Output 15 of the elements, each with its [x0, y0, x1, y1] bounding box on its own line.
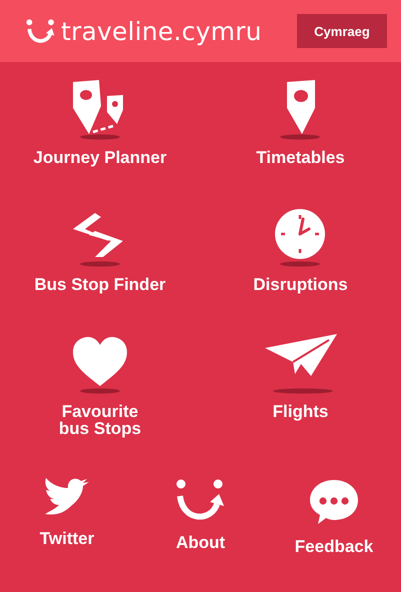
menu-button[interactable]: Bus Stop Finder [34, 207, 166, 293]
menu-button[interactable]: About [174, 478, 226, 551]
smile-logo-icon [174, 478, 226, 522]
language-button[interactable]: Cymraeg [297, 14, 387, 48]
menu-button[interactable]: Flights [262, 334, 338, 420]
menu-button[interactable]: Journey Planner [33, 80, 167, 166]
menu-button[interactable]: Timetables [256, 80, 345, 166]
paper-plane-icon [262, 334, 338, 394]
chat-bubble-icon [308, 478, 360, 526]
menu-button[interactable]: Disruptions [253, 207, 348, 293]
logo-text: traveline.cymru [61, 16, 262, 46]
menu-button[interactable]: Feedback [294, 478, 374, 555]
smile-logo-icon [26, 18, 56, 44]
menu-button[interactable]: Twitter [40, 478, 94, 547]
menu-button[interactable]: Favourite bus Stops [58, 334, 142, 437]
